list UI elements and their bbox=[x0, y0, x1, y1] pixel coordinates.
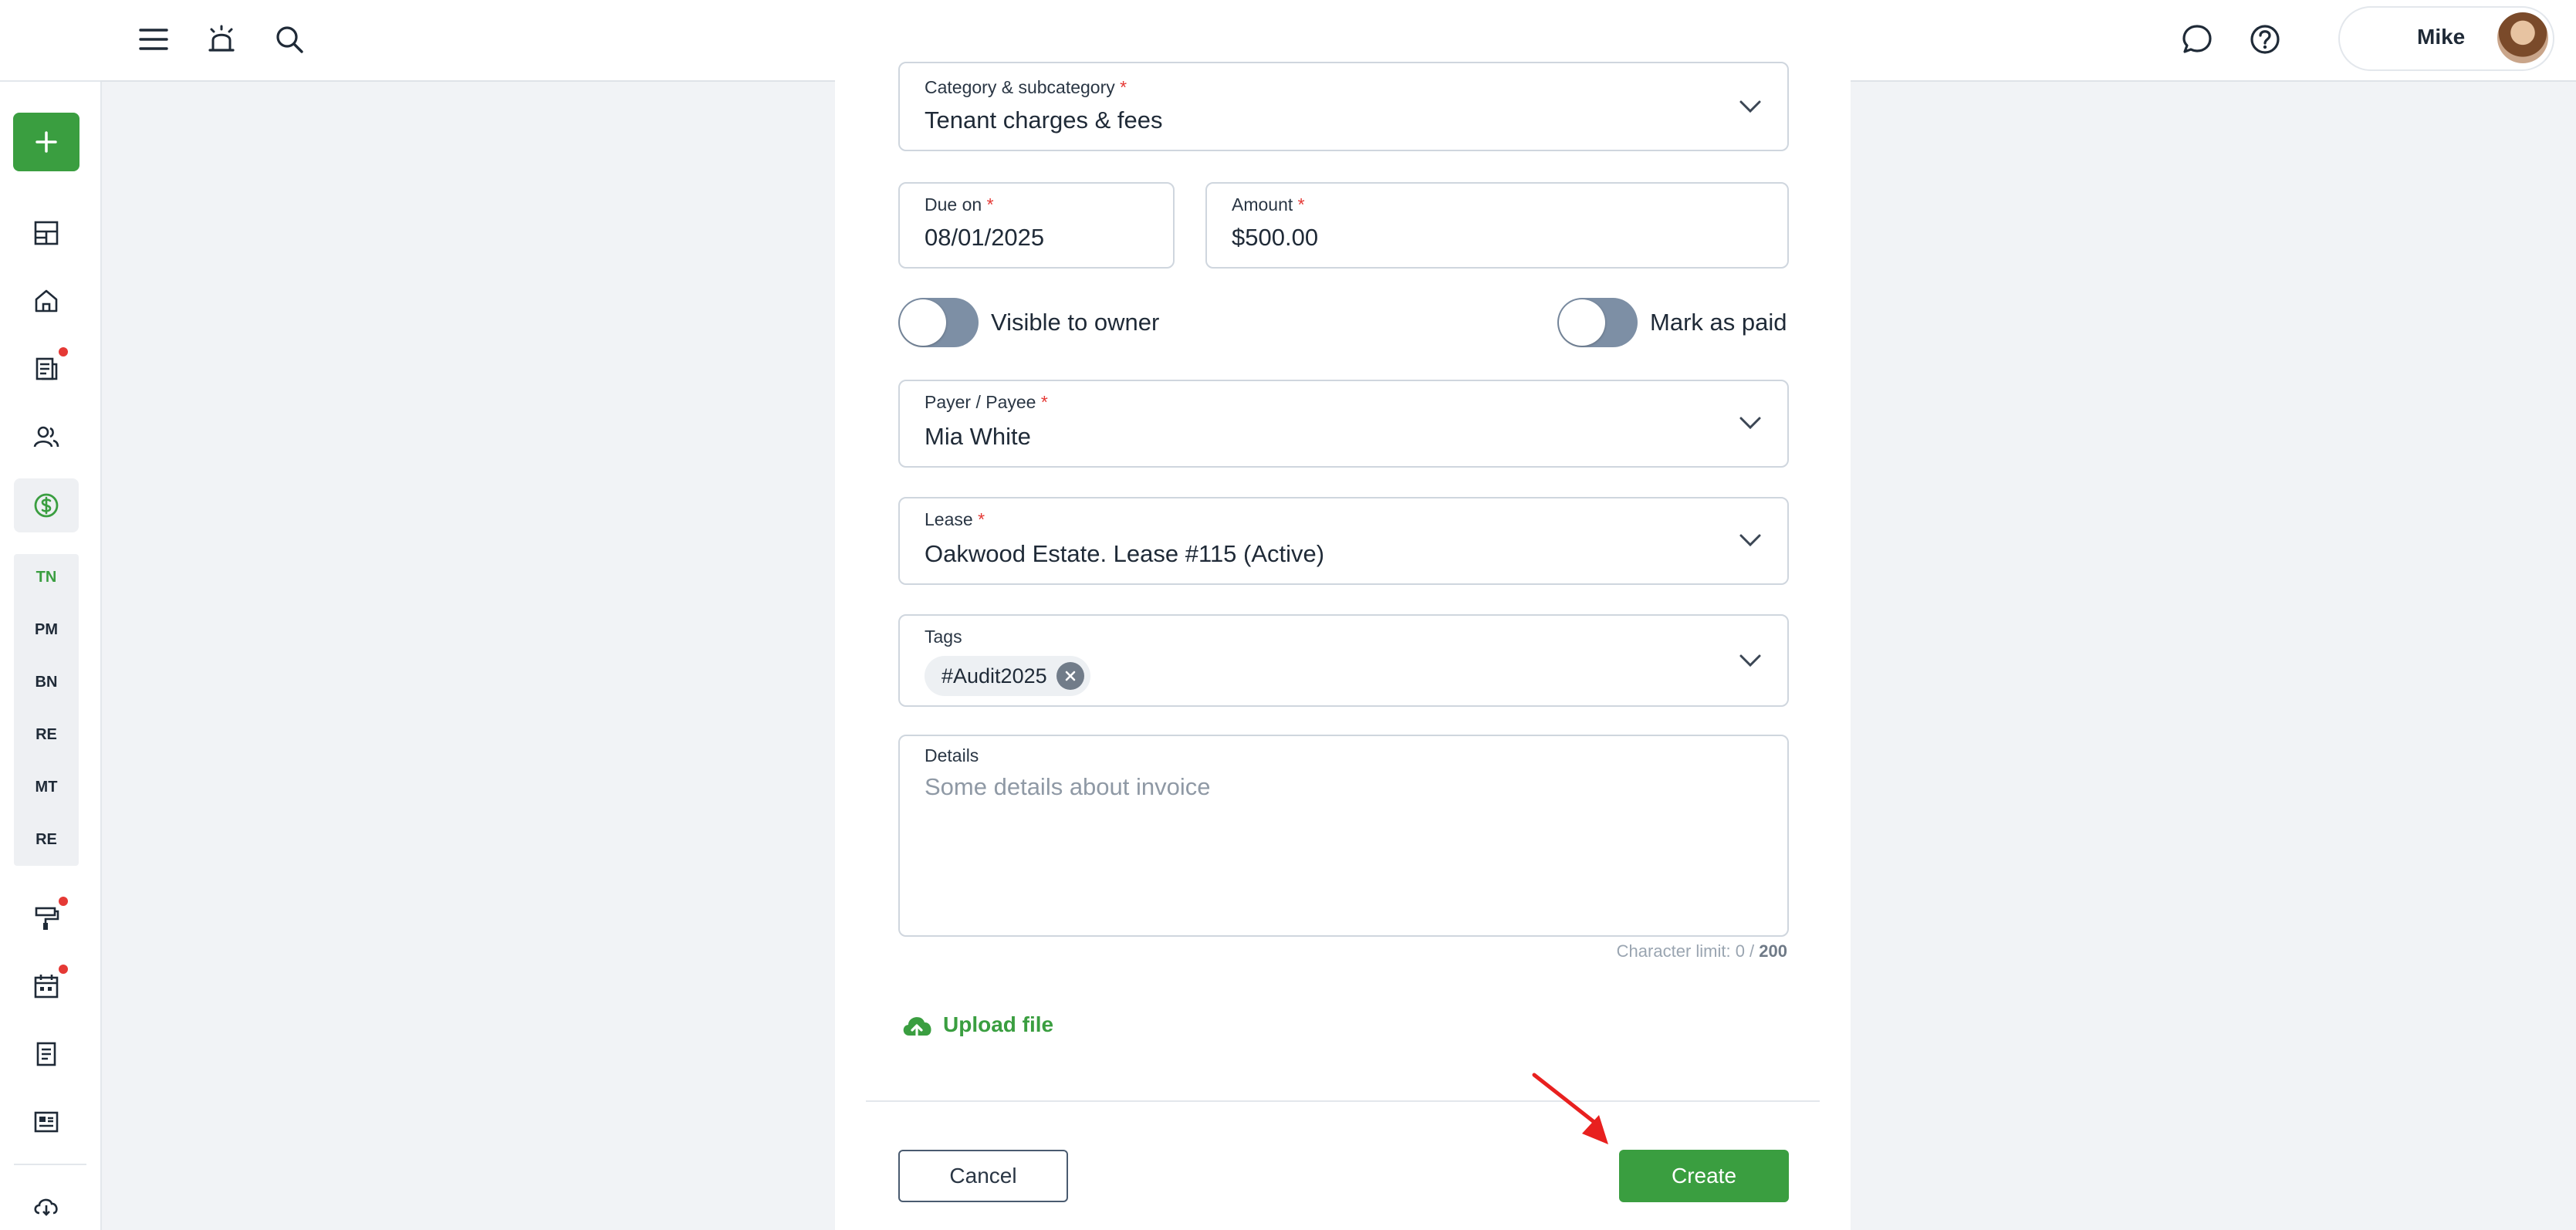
category-value: Tenant charges & fees bbox=[925, 106, 1163, 133]
category-select[interactable]: Category & subcategory * Tenant charges … bbox=[898, 62, 1789, 151]
upload-file-button[interactable]: Upload file bbox=[898, 1006, 1053, 1043]
amount-value: $500.00 bbox=[1232, 224, 1319, 251]
footer-divider bbox=[866, 1100, 1820, 1102]
details-textarea[interactable]: Details Some details about invoice bbox=[898, 735, 1789, 937]
help-icon[interactable] bbox=[2244, 19, 2286, 60]
user-name: Mike bbox=[2417, 25, 2466, 49]
home-icon[interactable] bbox=[28, 282, 65, 319]
visible-to-owner-label: Visible to owner bbox=[991, 309, 1160, 336]
amount-field[interactable]: Amount * $500.00 bbox=[1205, 182, 1789, 269]
create-button[interactable]: Create bbox=[1619, 1150, 1789, 1202]
mark-as-paid-toggle[interactable] bbox=[1557, 298, 1638, 347]
dashboard-icon[interactable] bbox=[28, 215, 65, 252]
tags-label: Tags bbox=[925, 627, 962, 647]
avatar bbox=[2497, 12, 2548, 63]
notification-dot bbox=[59, 965, 68, 974]
notification-dot bbox=[59, 347, 68, 356]
search-icon[interactable] bbox=[269, 19, 310, 60]
sidebar: TN PM BN RE MT RE bbox=[0, 0, 102, 1230]
chevron-down-icon bbox=[1736, 647, 1764, 674]
lease-select[interactable]: Lease * Oakwood Estate. Lease #115 (Acti… bbox=[898, 497, 1789, 585]
notification-dot bbox=[59, 897, 68, 906]
details-placeholder: Some details about invoice bbox=[925, 773, 1211, 800]
lease-value: Oakwood Estate. Lease #115 (Active) bbox=[925, 540, 1325, 567]
due-on-field[interactable]: Due on * 08/01/2025 bbox=[898, 182, 1175, 269]
toggle-knob bbox=[1559, 299, 1605, 346]
remove-tag-icon[interactable] bbox=[1056, 662, 1084, 690]
toggle-knob bbox=[900, 299, 946, 346]
tag-text: #Audit2025 bbox=[941, 664, 1047, 688]
leases-icon[interactable] bbox=[28, 350, 65, 387]
due-on-value: 08/01/2025 bbox=[925, 224, 1045, 251]
invoice-form-panel: Category & subcategory * Tenant charges … bbox=[835, 62, 1851, 1230]
chevron-down-icon bbox=[1736, 526, 1764, 554]
sidebar-sub-item[interactable]: MT bbox=[14, 765, 79, 809]
payer-payee-select[interactable]: Payer / Payee * Mia White bbox=[898, 380, 1789, 468]
lease-label: Lease * bbox=[925, 509, 985, 529]
sidebar-sub-item[interactable]: BN bbox=[14, 661, 79, 704]
chat-icon[interactable] bbox=[2176, 19, 2218, 60]
payer-payee-label: Payer / Payee * bbox=[925, 392, 1048, 412]
reports-icon[interactable] bbox=[28, 1103, 65, 1140]
character-limit: Character limit: 0 / 200 bbox=[1616, 941, 1787, 961]
chevron-down-icon bbox=[1736, 93, 1764, 120]
alarm-siren-icon[interactable] bbox=[201, 19, 242, 60]
sidebar-sub-item[interactable]: TN bbox=[14, 556, 79, 599]
due-on-label: Due on * bbox=[925, 194, 994, 215]
hamburger-menu-icon[interactable] bbox=[133, 19, 174, 60]
category-label: Category & subcategory * bbox=[925, 77, 1127, 97]
sidebar-sub-item[interactable]: PM bbox=[14, 608, 79, 651]
annotation-arrow-icon bbox=[1532, 1073, 1608, 1144]
payer-payee-value: Mia White bbox=[925, 423, 1031, 450]
mark-as-paid-label: Mark as paid bbox=[1650, 309, 1787, 336]
sidebar-divider bbox=[0, 80, 100, 82]
sidebar-sub-item[interactable]: RE bbox=[14, 713, 79, 756]
amount-label: Amount * bbox=[1232, 194, 1305, 215]
paint-roller-icon[interactable] bbox=[28, 900, 65, 937]
sidebar-divider bbox=[14, 1164, 86, 1165]
cancel-button[interactable]: Cancel bbox=[898, 1150, 1068, 1202]
dollar-icon[interactable] bbox=[28, 487, 65, 524]
tag-chip: #Audit2025 bbox=[925, 656, 1090, 696]
user-menu[interactable]: Mike bbox=[2338, 6, 2554, 71]
document-icon[interactable] bbox=[28, 1036, 65, 1073]
tags-select[interactable]: Tags #Audit2025 bbox=[898, 614, 1789, 707]
chevron-down-icon bbox=[1736, 409, 1764, 437]
calendar-icon[interactable] bbox=[28, 968, 65, 1005]
cloud-download-icon[interactable] bbox=[28, 1187, 65, 1224]
upload-file-label: Upload file bbox=[943, 1012, 1054, 1036]
plus-icon bbox=[35, 131, 57, 153]
visible-to-owner-toggle[interactable] bbox=[898, 298, 979, 347]
cloud-upload-icon bbox=[903, 1017, 931, 1039]
people-icon[interactable] bbox=[28, 418, 65, 455]
add-new-button[interactable] bbox=[13, 113, 79, 171]
sidebar-sub-item[interactable]: RE bbox=[14, 818, 79, 861]
details-label: Details bbox=[925, 745, 979, 765]
